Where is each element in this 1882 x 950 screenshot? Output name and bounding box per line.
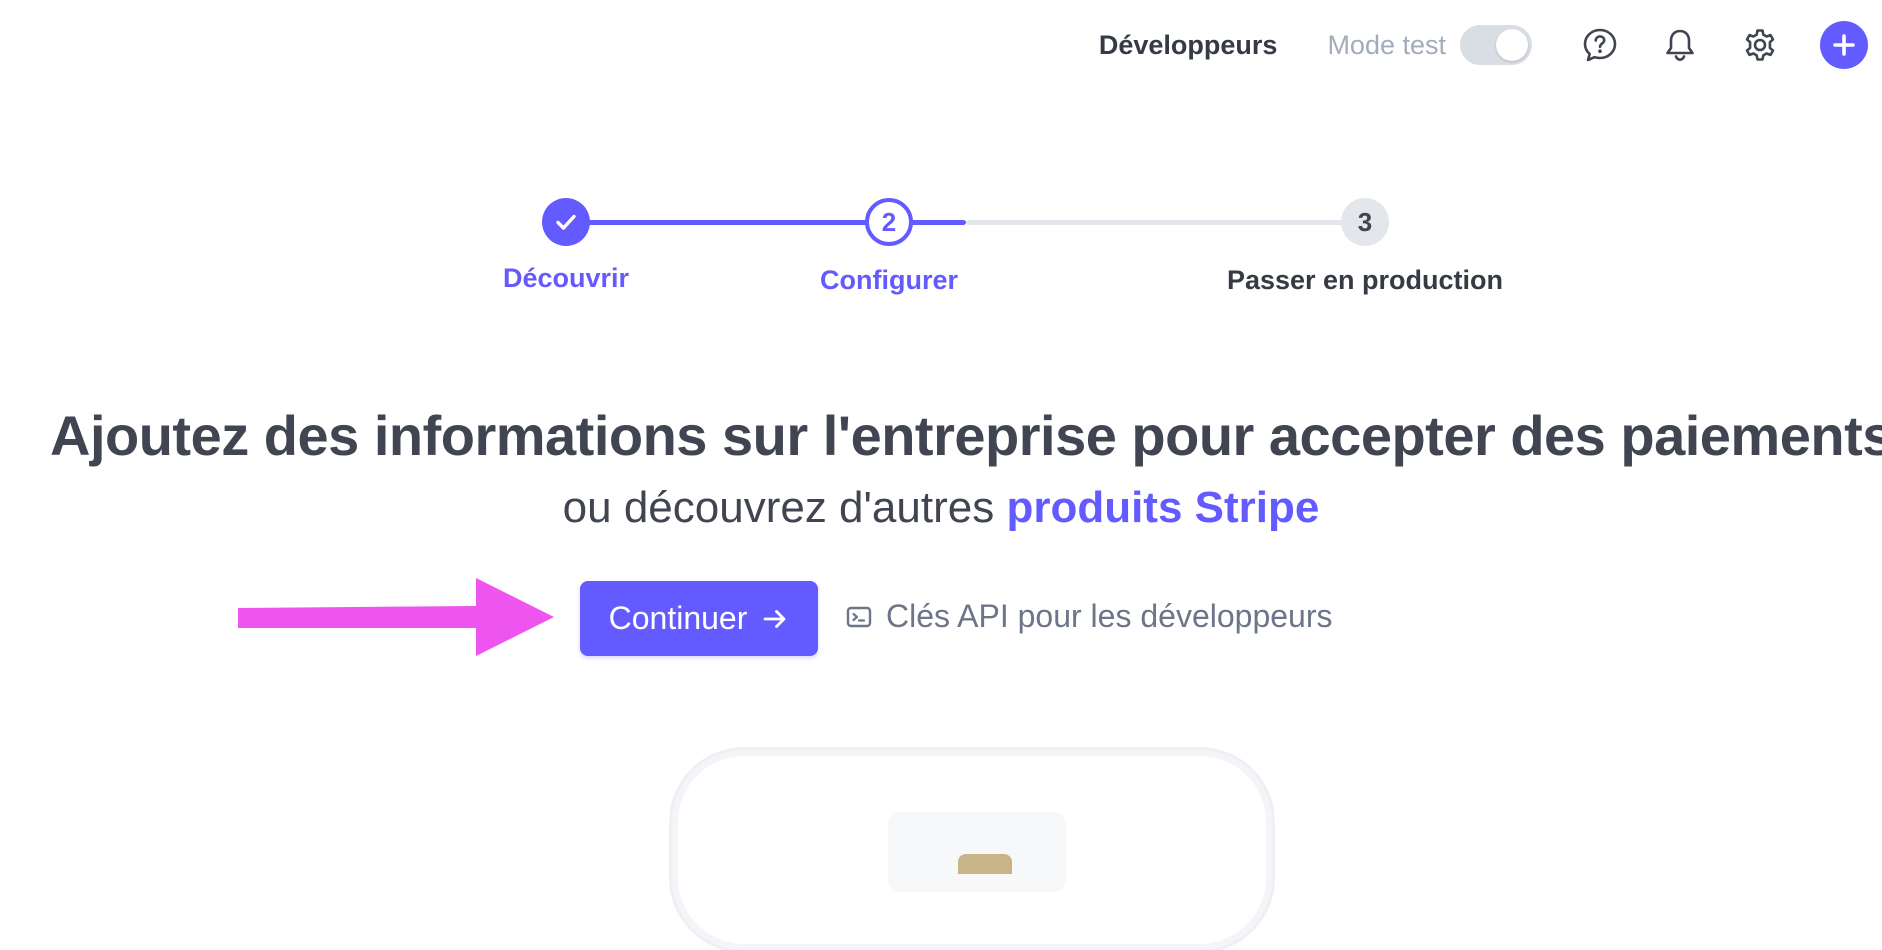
create-button[interactable] (1820, 21, 1868, 69)
subtitle-prefix: ou découvrez d'autres (562, 483, 1007, 532)
api-keys-label: Clés API pour les développeurs (886, 598, 1333, 634)
page-title: Ajoutez des informations sur l'entrepris… (50, 404, 1882, 467)
top-bar: Développeurs Mode test (1099, 0, 1882, 90)
continue-button[interactable]: Continuer (580, 581, 818, 656)
illustration-panel (888, 812, 1066, 892)
plus-icon (1833, 34, 1855, 56)
progress-track-remaining (966, 220, 1366, 225)
terminal-icon (846, 606, 872, 627)
onboarding-stepper: 2 3 Découvrir Configurer Passer en produ… (0, 195, 1882, 305)
test-mode-label: Mode test (1327, 29, 1446, 60)
step-1-circle[interactable] (542, 198, 590, 246)
illustration-chip (958, 854, 1012, 874)
gear-icon (1745, 29, 1775, 61)
step-2-label[interactable]: Configurer (820, 265, 958, 296)
notifications-button[interactable] (1660, 25, 1700, 65)
toggle-knob (1496, 29, 1528, 61)
test-mode-toggle[interactable] (1460, 25, 1532, 65)
page-subtitle: ou découvrez d'autres produits Stripe (0, 483, 1882, 533)
api-keys-link[interactable]: Clés API pour les développeurs (846, 598, 1332, 635)
arrow-right-icon (763, 609, 786, 628)
developers-link[interactable]: Développeurs (1099, 30, 1278, 61)
annotation-arrow-icon (238, 578, 554, 656)
stripe-products-link[interactable]: produits Stripe (1006, 483, 1319, 532)
settings-button[interactable] (1740, 25, 1780, 65)
step-3-label: Passer en production (1226, 265, 1504, 295)
step-3-circle: 3 (1341, 198, 1389, 246)
continue-button-label: Continuer (608, 600, 748, 636)
help-icon (1583, 28, 1617, 62)
bell-icon (1666, 29, 1694, 61)
step-2-circle[interactable]: 2 (865, 198, 913, 246)
step-1-label[interactable]: Découvrir (503, 263, 629, 294)
help-button[interactable] (1580, 25, 1620, 65)
check-icon (556, 214, 576, 230)
